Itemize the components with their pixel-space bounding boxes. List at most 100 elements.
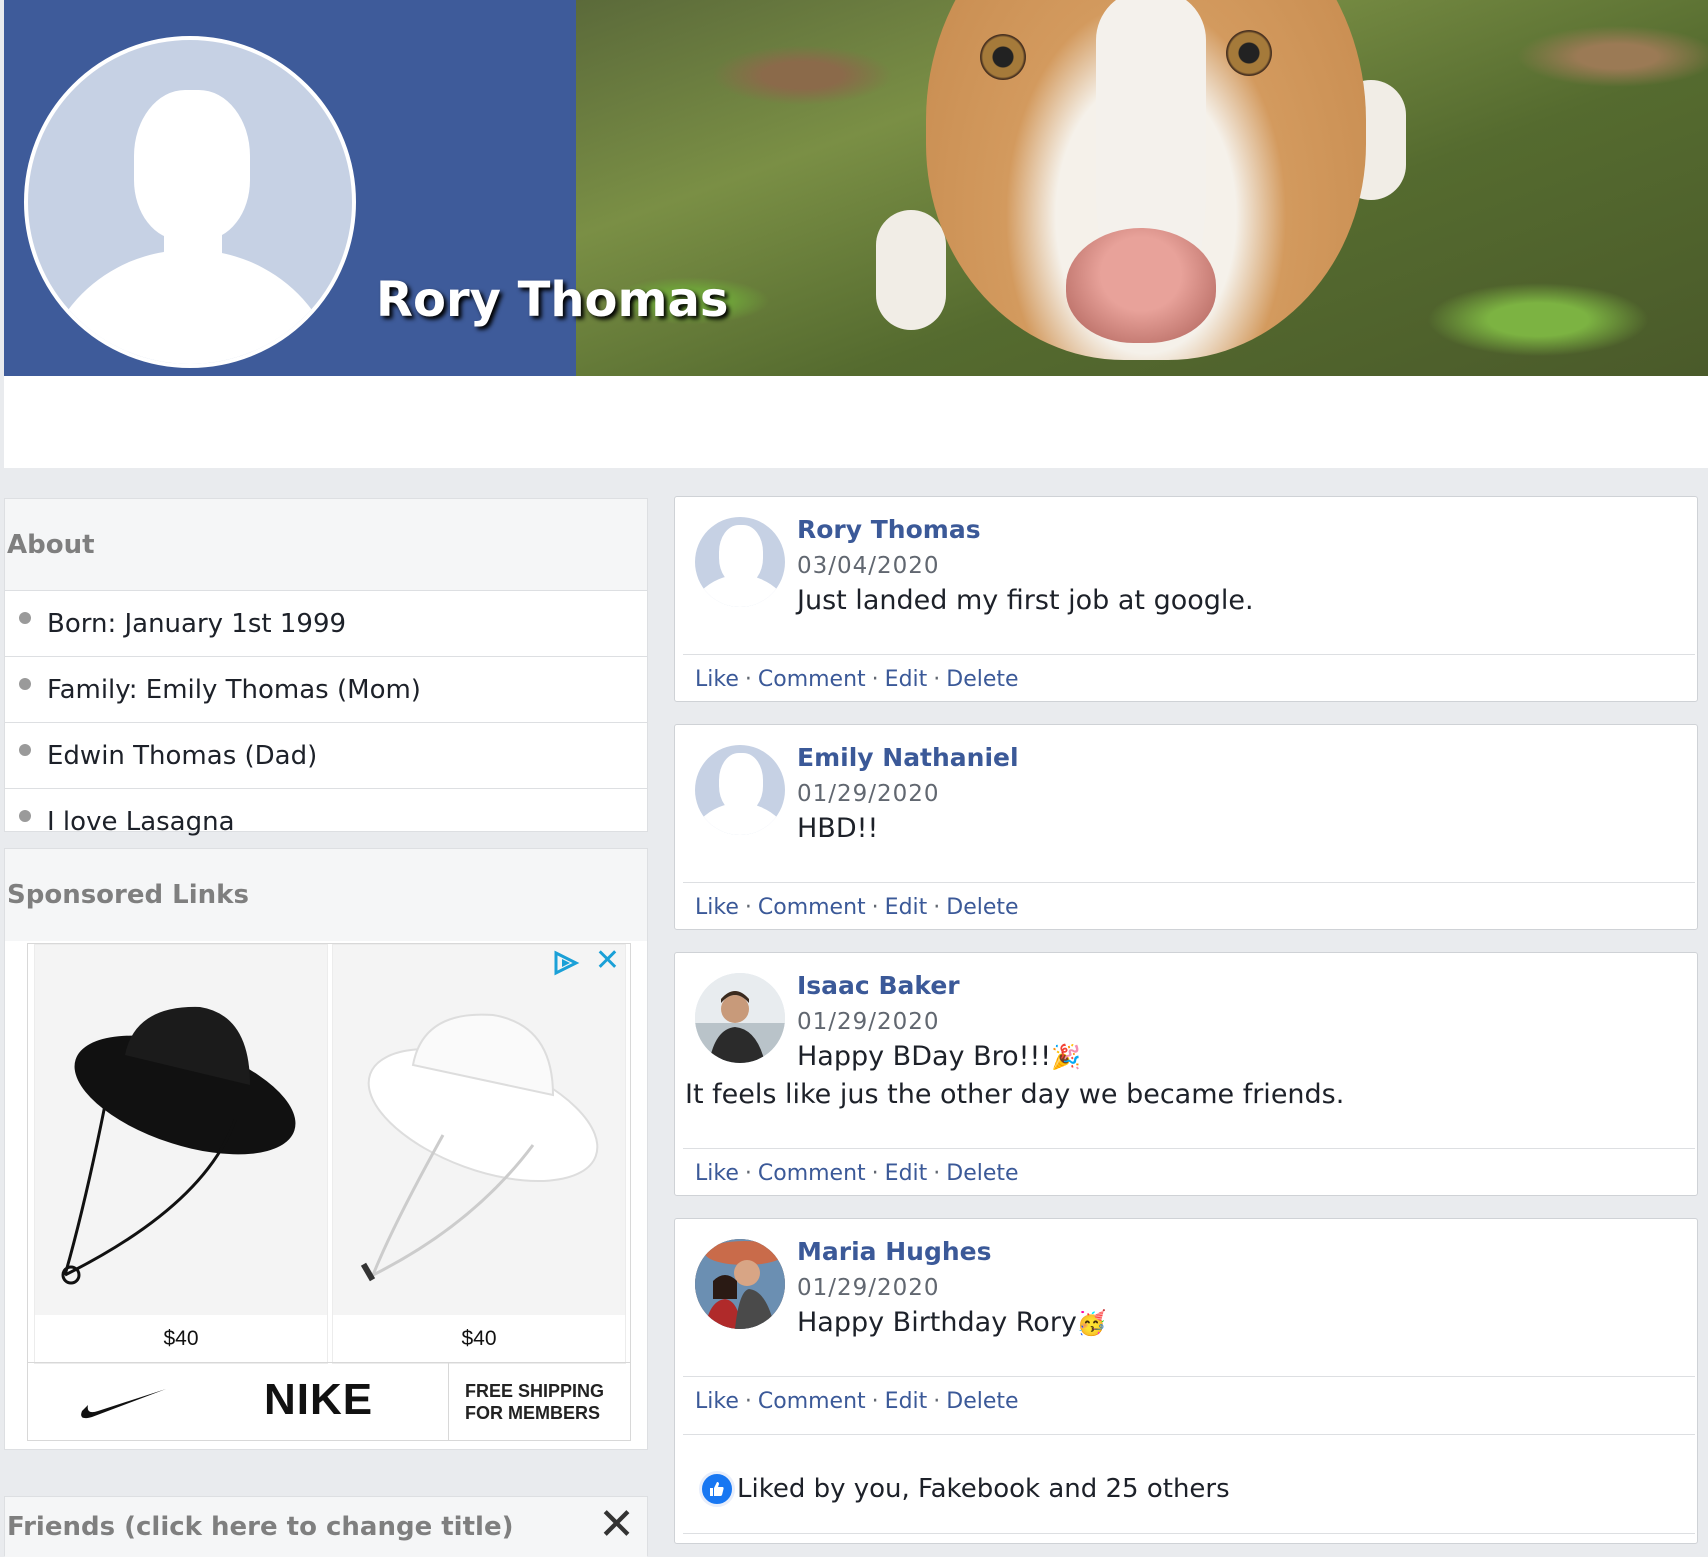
nike-swoosh-icon [81, 1389, 166, 1419]
like-link[interactable]: Like [695, 1389, 739, 1414]
separator: · [933, 667, 941, 692]
separator: · [871, 1389, 879, 1414]
about-item: Family: Emily Thomas (Mom) [5, 657, 647, 723]
separator: · [871, 1161, 879, 1186]
post-author[interactable]: Rory Thomas [797, 515, 981, 544]
isaac-photo-icon [695, 973, 785, 1063]
friends-title-text[interactable]: Friends (click here to change title) [7, 1512, 513, 1542]
post-divider [683, 882, 1695, 883]
post-avatar[interactable] [695, 973, 785, 1063]
post-author[interactable]: Maria Hughes [797, 1237, 991, 1266]
avatar-placeholder-shoulders [695, 803, 785, 835]
post-text: Happy BDay Bro!!!🎉 [797, 1041, 1081, 1072]
post: Maria Hughes 01/29/2020 Happy Birthday R… [674, 1218, 1698, 1544]
about-item: Edwin Thomas (Dad) [5, 723, 647, 789]
delete-link[interactable]: Delete [946, 1161, 1018, 1186]
edit-link[interactable]: Edit [885, 1389, 928, 1414]
comment-link[interactable]: Comment [758, 1389, 866, 1414]
comment-link[interactable]: Comment [758, 1161, 866, 1186]
post-divider [683, 1376, 1695, 1377]
ad-brand: NIKE [264, 1375, 374, 1424]
black-bucket-hat-icon [61, 1006, 296, 1285]
dog-eye-left [980, 34, 1026, 80]
partying-face-icon: 🥳 [1076, 1309, 1107, 1337]
edit-link[interactable]: Edit [885, 1161, 928, 1186]
post-author[interactable]: Emily Nathaniel [797, 743, 1019, 772]
separator: · [744, 1161, 752, 1186]
likes-text: Liked by you, Fakebook and 25 others [737, 1474, 1230, 1504]
comment-link[interactable]: Comment [758, 895, 866, 920]
adchoices-icon[interactable] [552, 950, 580, 976]
post-likes[interactable]: Liked by you, Fakebook and 25 others [699, 1471, 1230, 1507]
about-list: Born: January 1st 1999 Family: Emily Tho… [5, 591, 647, 855]
delete-link[interactable]: Delete [946, 895, 1018, 920]
ad-footer[interactable]: NIKE FREE SHIPPING FOR MEMBERS [28, 1362, 630, 1441]
delete-link[interactable]: Delete [946, 667, 1018, 692]
about-item-text: I love Lasagna [47, 807, 235, 837]
about-item-text: Born: January 1st 1999 [47, 608, 347, 639]
post-author[interactable]: Isaac Baker [797, 971, 960, 1000]
ad-price: $40 [35, 1315, 327, 1363]
post-divider [683, 654, 1695, 655]
post-text: HBD!! [797, 813, 879, 844]
post-actions: Like · Comment · Edit · Delete [695, 667, 1019, 692]
post-actions: Like · Comment · Edit · Delete [695, 895, 1019, 920]
separator: · [744, 895, 752, 920]
cover-photo[interactable] [576, 0, 1708, 376]
post-avatar[interactable] [695, 1239, 785, 1329]
friends-panel: Friends (click here to change title) ✕ [4, 1496, 648, 1557]
post-text: Just landed my first job at google. [797, 585, 1254, 616]
edit-link[interactable]: Edit [885, 667, 928, 692]
about-panel: About Born: January 1st 1999 Family: Emi… [4, 498, 648, 837]
bullet-icon [19, 810, 31, 822]
delete-link[interactable]: Delete [946, 1389, 1018, 1414]
ad-price: $40 [333, 1315, 625, 1363]
post-avatar[interactable] [695, 745, 785, 835]
comment-link[interactable]: Comment [758, 667, 866, 692]
dog-nose [1066, 228, 1216, 343]
separator: · [744, 1389, 752, 1414]
separator: · [871, 667, 879, 692]
post-text-main: Happy BDay Bro!!! [797, 1041, 1052, 1072]
profile-name: Rory Thomas [376, 272, 729, 328]
ad-product-black-hat[interactable]: $40 [34, 944, 328, 1364]
post-actions: Like · Comment · Edit · Delete [695, 1389, 1019, 1414]
profile-avatar[interactable] [24, 36, 356, 368]
nike-ad[interactable]: $40 $40 ✕ NIKE FREE SHIPPING FOR MEMBERS [27, 943, 631, 1441]
separator: · [933, 1161, 941, 1186]
friends-title[interactable]: Friends (click here to change title) ✕ [5, 1497, 647, 1557]
edit-link[interactable]: Edit [885, 895, 928, 920]
ad-shipping-line2: FOR MEMBERS [465, 1403, 600, 1423]
white-bucket-hat-icon [360, 1013, 599, 1282]
post-text-secondary: It feels like jus the other day we becam… [685, 1079, 1345, 1110]
separator: · [871, 895, 879, 920]
thumbs-up-glyph-icon [710, 1482, 724, 1496]
ad-shipping-line1: FREE SHIPPING [465, 1381, 605, 1401]
avatar-placeholder-head [134, 90, 250, 240]
dog-eye-right [1226, 30, 1272, 76]
like-link[interactable]: Like [695, 1161, 739, 1186]
about-item: Born: January 1st 1999 [5, 591, 647, 657]
post-divider [683, 1148, 1695, 1149]
ad-close-icon[interactable]: ✕ [595, 946, 620, 976]
post-date: 01/29/2020 [797, 1275, 940, 1301]
post-text: Happy Birthday Rory🥳 [797, 1307, 1107, 1338]
post-text-main: Happy Birthday Rory [797, 1307, 1077, 1338]
about-item-text: Family: Emily Thomas (Mom) [47, 674, 421, 705]
thumbs-up-icon [699, 1471, 735, 1507]
post-avatar[interactable] [695, 517, 785, 607]
maria-photo-icon [695, 1239, 785, 1329]
party-popper-icon: 🎉 [1051, 1043, 1082, 1071]
about-item: I love Lasagna [5, 789, 647, 855]
post: Isaac Baker 01/29/2020 Happy BDay Bro!!!… [674, 952, 1698, 1196]
post-divider [683, 1533, 1695, 1534]
close-icon[interactable]: ✕ [598, 1503, 635, 1547]
avatar-placeholder-shoulders [38, 250, 342, 364]
post-date: 01/29/2020 [797, 1009, 940, 1035]
post-actions: Like · Comment · Edit · Delete [695, 1161, 1019, 1186]
bullet-icon [19, 612, 31, 624]
like-link[interactable]: Like [695, 895, 739, 920]
like-link[interactable]: Like [695, 667, 739, 692]
ad-product-white-hat[interactable]: $40 [332, 944, 626, 1364]
post-divider [683, 1434, 1695, 1435]
